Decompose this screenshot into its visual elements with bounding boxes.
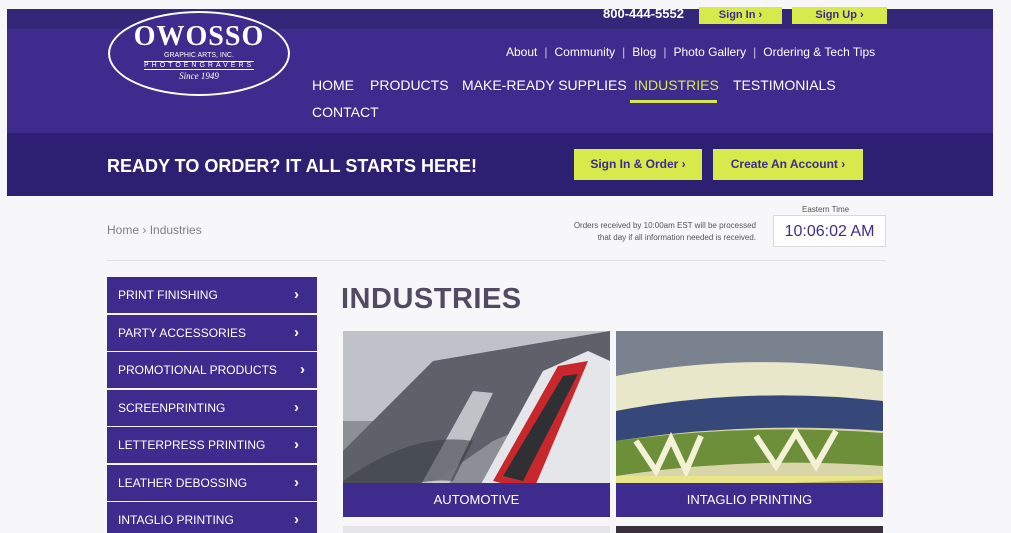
breadcrumb-home[interactable]: Home bbox=[107, 223, 139, 237]
chevron-right-icon: › bbox=[294, 436, 299, 453]
nav-contact[interactable]: CONTACT bbox=[312, 104, 379, 120]
industry-tile-automotive[interactable]: AUTOMOTIVE bbox=[343, 331, 610, 517]
industry-tile-next[interactable] bbox=[616, 526, 883, 533]
order-cutoff-notice: Orders received by 10:00am EST will be p… bbox=[520, 220, 756, 244]
tile-caption: INTAGLIO PRINTING bbox=[616, 483, 883, 517]
notice-line2: that day if all information needed is re… bbox=[597, 233, 756, 242]
breadcrumb-separator: › bbox=[142, 223, 147, 237]
logo-name: OWOSSO bbox=[133, 21, 265, 52]
secondary-nav: About | Community | Blog | Photo Gallery | Order… bbox=[506, 45, 875, 59]
sign-up-button[interactable]: Sign Up › bbox=[792, 7, 887, 24]
nav-testimonials[interactable]: TESTIMONIALS bbox=[733, 77, 836, 93]
sidebar-item-party-accessories[interactable]: PARTY ACCESSORIES › bbox=[107, 314, 317, 351]
divider bbox=[107, 260, 886, 261]
industry-tile-intaglio-printing[interactable]: INTAGLIO PRINTING bbox=[616, 331, 883, 517]
chevron-right-icon: › bbox=[294, 473, 299, 491]
page: 800-444-5552 Sign In › Sign Up › OWOSSO … bbox=[0, 0, 1011, 533]
clock-label: Eastern Time bbox=[802, 205, 850, 214]
nav-products[interactable]: PRODUCTS bbox=[370, 77, 449, 93]
sidebar-item-screenprinting[interactable]: SCREENPRINTING › bbox=[107, 389, 317, 426]
sidebar-item-label: PARTY ACCESSORIES bbox=[118, 325, 247, 340]
chevron-right-icon: › bbox=[294, 323, 299, 341]
secnav-separator: | bbox=[622, 45, 626, 59]
industries-sidebar: PRINT FINISHING › PARTY ACCESSORIES › PR… bbox=[107, 277, 317, 533]
sign-in-button[interactable]: Sign In › bbox=[699, 7, 782, 24]
active-nav-underline bbox=[630, 100, 717, 103]
sidebar-item-print-finishing[interactable]: PRINT FINISHING › bbox=[107, 277, 317, 313]
sidebar-item-intaglio-printing[interactable]: INTAGLIO PRINTING › bbox=[107, 502, 317, 533]
notice-line1: Orders received by 10:00am EST will be p… bbox=[573, 221, 756, 230]
cta-title: READY TO ORDER? IT ALL STARTS HERE! bbox=[107, 156, 478, 176]
sign-in-order-button[interactable]: Sign In & Order › bbox=[574, 149, 702, 180]
nav-make-ready-supplies[interactable]: MAKE-READY SUPPLIES bbox=[462, 77, 627, 93]
create-account-button[interactable]: Create An Account › bbox=[713, 149, 863, 180]
sidebar-item-label: LEATHER DEBOSSING bbox=[118, 475, 248, 490]
eastern-time-clock: 10:06:02 AM bbox=[773, 215, 886, 247]
sidebar-item-leather-debossing[interactable]: LEATHER DEBOSSING › bbox=[107, 464, 317, 501]
secnav-separator: | bbox=[544, 45, 548, 59]
secnav-separator: | bbox=[753, 45, 757, 59]
sidebar-item-label: SCREENPRINTING bbox=[118, 400, 226, 415]
secnav-separator: | bbox=[663, 45, 667, 59]
logo-line1: GRAPHIC ARTS, INC. bbox=[164, 52, 234, 59]
page-title: INDUSTRIES bbox=[341, 283, 522, 315]
sidebar-item-label: PROMOTIONAL PRODUCTS bbox=[118, 363, 277, 377]
sidebar-item-letterpress-printing[interactable]: LETTERPRESS PRINTING › bbox=[107, 427, 317, 463]
industry-tile-next[interactable] bbox=[343, 526, 610, 533]
breadcrumb-current: Industries bbox=[149, 223, 202, 237]
chevron-right-icon: › bbox=[300, 361, 305, 378]
chevron-right-icon: › bbox=[294, 286, 299, 303]
phone-number[interactable]: 800-444-5552 bbox=[603, 6, 684, 21]
sidebar-item-promotional-products[interactable]: PROMOTIONAL PRODUCTS › bbox=[107, 352, 317, 388]
secnav-ordering-tech-tips[interactable]: Ordering & Tech Tips bbox=[763, 45, 875, 59]
sidebar-item-label: INTAGLIO PRINTING bbox=[118, 513, 234, 527]
nav-industries[interactable]: INDUSTRIES bbox=[634, 77, 719, 93]
secnav-photo-gallery[interactable]: Photo Gallery bbox=[673, 45, 746, 59]
secnav-blog[interactable]: Blog bbox=[632, 45, 656, 59]
sidebar-item-label: LETTERPRESS PRINTING bbox=[118, 438, 266, 452]
chevron-right-icon: › bbox=[294, 398, 299, 416]
chevron-right-icon: › bbox=[294, 511, 299, 528]
secnav-community[interactable]: Community bbox=[554, 45, 615, 59]
logo-line2: PHOTOENGRAVERS bbox=[144, 61, 255, 70]
tile-caption: AUTOMOTIVE bbox=[343, 483, 610, 517]
logo-line3: Since 1949 bbox=[179, 71, 219, 81]
secnav-about[interactable]: About bbox=[506, 45, 537, 59]
breadcrumb: Home › Industries bbox=[107, 223, 202, 237]
owosso-logo[interactable]: OWOSSO GRAPHIC ARTS, INC. PHOTOENGRAVERS… bbox=[108, 11, 290, 96]
sidebar-item-label: PRINT FINISHING bbox=[118, 288, 218, 302]
nav-home[interactable]: HOME bbox=[312, 77, 354, 93]
